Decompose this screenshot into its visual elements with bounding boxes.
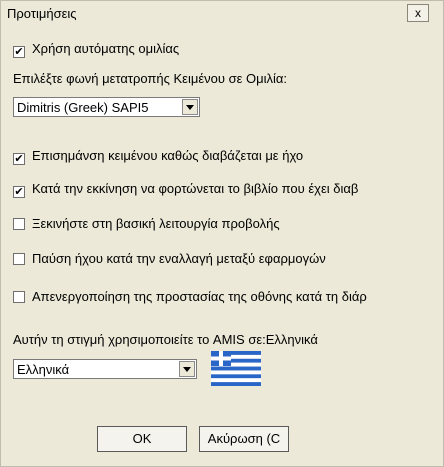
voice-select[interactable]: Dimitris (Greek) SAPI5 (13, 97, 200, 117)
voice-select-chevron-down-icon[interactable] (182, 99, 198, 115)
voice-prompt-label: Επιλέξτε φωνή μετατροπής Κειμένου σε Ομι… (13, 71, 288, 86)
option-pause-audio-box[interactable] (13, 253, 25, 265)
option-load-last-book[interactable]: ✔ Κατά την εκκίνηση να φορτώνεται το βιβλ… (13, 181, 358, 198)
window-title: Προτιμήσεις (7, 6, 77, 21)
option-disable-screensaver-box[interactable] (13, 291, 25, 303)
option-pause-audio-label: Παύση ήχου κατά την εναλλαγή μεταξύ εφαρ… (32, 251, 326, 266)
flag-stripe (211, 370, 261, 375)
title-bar: Προτιμήσεις x (1, 1, 443, 27)
ok-button[interactable]: OK (97, 426, 187, 452)
option-highlight-text-label: Επισημάνση κειμένου καθώς διαβάζεται με … (32, 148, 304, 163)
use-speech-checkbox[interactable]: ✔ Χρήση αυτόματης ομιλίας (13, 41, 179, 58)
option-highlight-text[interactable]: ✔ Επισημάνση κειμένου καθώς διαβάζεται με… (13, 148, 303, 165)
close-icon: x (415, 6, 421, 20)
flag-stripe (211, 378, 261, 383)
flag-stripe (211, 382, 261, 386)
language-select-value: Ελληνικά (17, 362, 70, 377)
option-basic-view-label: Ξεκινήστε στη βασική λειτουργία προβολής (32, 216, 280, 231)
language-select[interactable]: Ελληνικά (13, 359, 197, 379)
option-highlight-text-box[interactable]: ✔ (13, 153, 25, 165)
use-speech-checkbox-box[interactable]: ✔ (13, 46, 25, 58)
option-load-last-book-box[interactable]: ✔ (13, 186, 25, 198)
voice-select-value: Dimitris (Greek) SAPI5 (17, 100, 149, 115)
option-disable-screensaver[interactable]: Απενεργοποίηση της προστασίας της οθόνης… (13, 289, 367, 304)
language-select-chevron-down-icon[interactable] (179, 361, 195, 377)
flag-stripe (211, 366, 261, 371)
flag-stripe (211, 374, 261, 379)
use-speech-label: Χρήση αυτόματης ομιλίας (32, 41, 180, 56)
option-load-last-book-label: Κατά την εκκίνηση να φορτώνεται το βιβλί… (32, 181, 359, 196)
option-disable-screensaver-label: Απενεργοποίηση της προστασίας της οθόνης… (32, 289, 367, 304)
option-pause-audio[interactable]: Παύση ήχου κατά την εναλλαγή μεταξύ εφαρ… (13, 251, 326, 266)
preferences-dialog: Προτιμήσεις x ✔ Χρήση αυτόματης ομιλίας Ε… (0, 0, 444, 467)
option-basic-view[interactable]: Ξεκινήστε στη βασική λειτουργία προβολής (13, 216, 280, 231)
cancel-button[interactable]: Ακύρωση (C (199, 426, 289, 452)
close-button[interactable]: x (407, 4, 429, 22)
language-prompt-label: Αυτήν τη στιγμή χρησιμοποιείτε το AMIS σ… (13, 332, 318, 347)
option-basic-view-box[interactable] (13, 218, 25, 230)
greek-flag-icon (211, 351, 261, 386)
